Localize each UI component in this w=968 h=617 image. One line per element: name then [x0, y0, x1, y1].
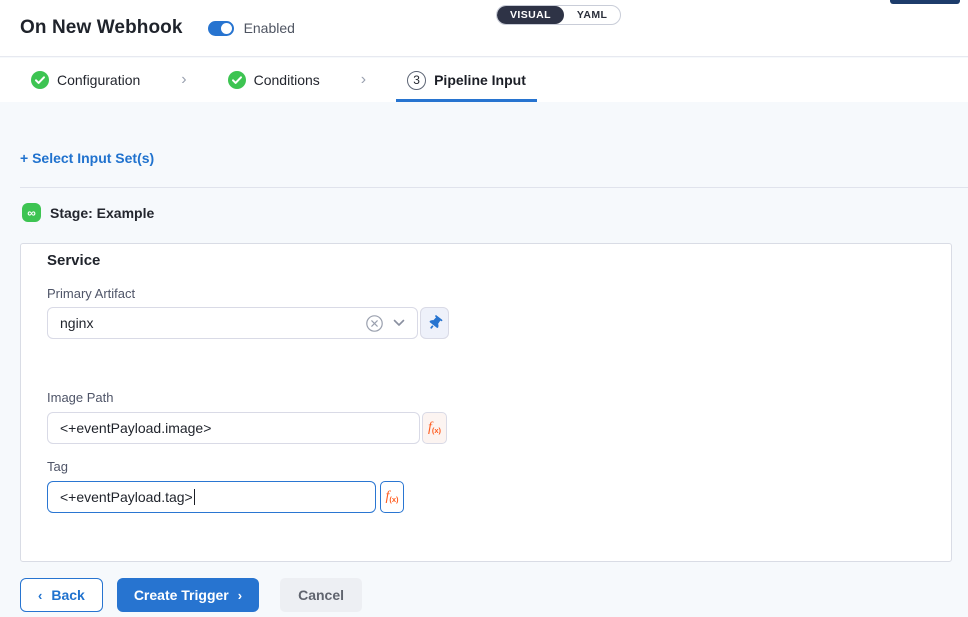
tag-label: Tag	[47, 459, 68, 474]
step-conditions[interactable]: Conditions	[217, 58, 331, 102]
image-path-input[interactable]: <+eventPayload.image>	[47, 412, 420, 444]
select-input-sets-link[interactable]: + Select Input Set(s)	[20, 150, 154, 166]
step-pipeline-input[interactable]: 3 Pipeline Input	[396, 58, 537, 102]
yaml-mode-tab[interactable]: YAML	[564, 6, 620, 24]
page-title: On New Webhook	[20, 17, 183, 39]
service-card: Service Primary Artifact nginx Image Pat…	[20, 243, 952, 562]
tag-value: <+eventPayload.tag>	[60, 489, 193, 505]
check-circle-icon	[31, 71, 49, 89]
cancel-button[interactable]: Cancel	[280, 578, 362, 612]
primary-artifact-value: nginx	[60, 315, 93, 331]
select-icons	[366, 315, 405, 332]
back-button[interactable]: ‹ Back	[20, 578, 103, 612]
chevron-right-icon: ›	[238, 588, 242, 603]
expression-fx-button[interactable]: f(x)	[380, 481, 404, 513]
step-label: Conditions	[254, 72, 320, 88]
step-configuration[interactable]: Configuration	[20, 58, 151, 102]
clear-icon[interactable]	[366, 315, 383, 332]
stage-label: Stage: Example	[50, 205, 154, 221]
enabled-label: Enabled	[244, 20, 295, 36]
create-trigger-button[interactable]: Create Trigger ›	[117, 578, 259, 612]
image-path-value: <+eventPayload.image>	[60, 420, 211, 436]
tag-row: <+eventPayload.tag> f(x)	[47, 481, 404, 513]
visual-yaml-toggle: VISUAL YAML	[496, 5, 621, 25]
check-circle-icon	[228, 71, 246, 89]
cutoff-button-top-right[interactable]	[890, 0, 960, 4]
toggle-knob-icon	[221, 23, 232, 34]
expression-fx-button[interactable]: f(x)	[422, 412, 447, 444]
primary-artifact-select[interactable]: nginx	[47, 307, 418, 339]
chevron-down-icon[interactable]	[393, 319, 405, 327]
step-number-badge: 3	[407, 71, 426, 90]
visual-mode-tab[interactable]: VISUAL	[497, 6, 564, 24]
stage-deploy-icon: ∞	[22, 203, 41, 222]
image-path-label: Image Path	[47, 390, 114, 405]
header: On New Webhook Enabled VISUAL YAML	[0, 0, 968, 57]
primary-artifact-label: Primary Artifact	[47, 286, 135, 301]
stage-row: ∞ Stage: Example	[22, 203, 154, 222]
pin-button[interactable]	[420, 307, 449, 339]
enabled-toggle[interactable]	[208, 21, 234, 36]
service-card-title: Service	[47, 252, 100, 269]
primary-artifact-row: nginx	[47, 307, 449, 339]
pin-icon	[425, 313, 445, 333]
wizard-stepper: Configuration › Conditions › 3 Pipeline …	[0, 58, 968, 102]
step-label: Pipeline Input	[434, 72, 526, 88]
chevron-left-icon: ‹	[38, 588, 42, 603]
chevron-right-separator-icon: ›	[181, 71, 186, 89]
chevron-right-separator-icon: ›	[361, 71, 366, 89]
trigger-wizard-screen: On New Webhook Enabled VISUAL YAML Confi…	[0, 0, 968, 617]
text-caret	[194, 489, 196, 505]
image-path-row: <+eventPayload.image> f(x)	[47, 412, 447, 444]
section-divider	[20, 187, 968, 188]
tag-input[interactable]: <+eventPayload.tag>	[47, 481, 376, 513]
wizard-footer: ‹ Back Create Trigger › Cancel	[20, 578, 362, 612]
step-label: Configuration	[57, 72, 140, 88]
